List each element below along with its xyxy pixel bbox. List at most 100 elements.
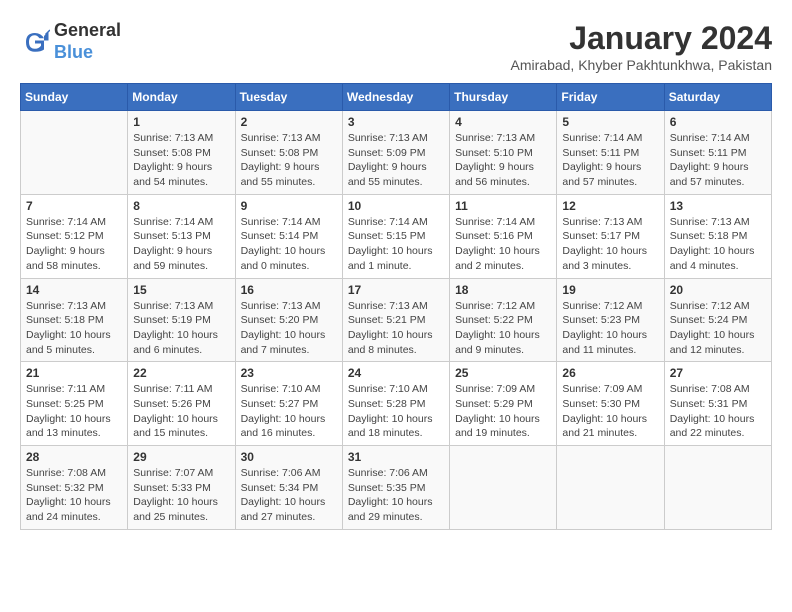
day-info: Sunrise: 7:09 AM Sunset: 5:29 PM Dayligh… [455,382,551,441]
week-row-5: 28Sunrise: 7:08 AM Sunset: 5:32 PM Dayli… [21,446,772,530]
day-number: 7 [26,199,122,213]
day-headers-row: SundayMondayTuesdayWednesdayThursdayFrid… [21,84,772,111]
day-cell: 26Sunrise: 7:09 AM Sunset: 5:30 PM Dayli… [557,362,664,446]
day-info: Sunrise: 7:13 AM Sunset: 5:10 PM Dayligh… [455,131,551,190]
day-header-friday: Friday [557,84,664,111]
day-cell [557,446,664,530]
week-row-4: 21 Sunrise: 7:11 AM Sunset: 5:25 PM Dayli… [21,362,772,446]
day-info: Sunrise: 7:09 AM Sunset: 5:30 PM Dayligh… [562,382,658,441]
day-number: 31 [348,450,444,464]
day-number: 1 [133,115,229,129]
day-number: 19 [562,283,658,297]
day-cell: 21 Sunrise: 7:11 AM Sunset: 5:25 PM Dayli… [21,362,128,446]
week-row-3: 14 Sunrise: 7:13 AM Sunset: 5:18 PM Dayli… [21,278,772,362]
day-number: 11 [455,199,551,213]
day-cell: 20 Sunrise: 7:12 AM Sunset: 5:24 PM Dayli… [664,278,771,362]
day-info: Sunrise: 7:14 AM Sunset: 5:12 PM Dayligh… [26,215,122,274]
day-info: Sunrise: 7:12 AM Sunset: 5:24 PM Dayligh… [670,299,766,358]
day-cell: 7 Sunrise: 7:14 AM Sunset: 5:12 PM Daylig… [21,194,128,278]
day-info: Sunrise: 7:13 AM Sunset: 5:20 PM Dayligh… [241,299,337,358]
day-cell: 4 Sunrise: 7:13 AM Sunset: 5:10 PM Daylig… [450,111,557,195]
day-cell: 10 Sunrise: 7:14 AM Sunset: 5:15 PM Dayli… [342,194,449,278]
day-cell: 14 Sunrise: 7:13 AM Sunset: 5:18 PM Dayli… [21,278,128,362]
day-info: Sunrise: 7:14 AM Sunset: 5:14 PM Dayligh… [241,215,337,274]
day-header-wednesday: Wednesday [342,84,449,111]
day-cell: 16Sunrise: 7:13 AM Sunset: 5:20 PM Dayli… [235,278,342,362]
day-cell: 12 Sunrise: 7:13 AM Sunset: 5:17 PM Dayli… [557,194,664,278]
day-info: Sunrise: 7:14 AM Sunset: 5:15 PM Dayligh… [348,215,444,274]
day-cell: 5Sunrise: 7:14 AM Sunset: 5:11 PM Daylig… [557,111,664,195]
day-info: Sunrise: 7:08 AM Sunset: 5:32 PM Dayligh… [26,466,122,525]
day-info: Sunrise: 7:13 AM Sunset: 5:17 PM Dayligh… [562,215,658,274]
day-number: 10 [348,199,444,213]
day-info: Sunrise: 7:11 AM Sunset: 5:25 PM Dayligh… [26,382,122,441]
day-header-thursday: Thursday [450,84,557,111]
day-number: 22 [133,366,229,380]
day-info: Sunrise: 7:08 AM Sunset: 5:31 PM Dayligh… [670,382,766,441]
day-number: 14 [26,283,122,297]
day-number: 18 [455,283,551,297]
day-cell: 18 Sunrise: 7:12 AM Sunset: 5:22 PM Dayli… [450,278,557,362]
day-number: 25 [455,366,551,380]
day-cell: 9 Sunrise: 7:14 AM Sunset: 5:14 PM Daylig… [235,194,342,278]
logo-line2: Blue [54,42,121,64]
day-cell: 30 Sunrise: 7:06 AM Sunset: 5:34 PM Dayli… [235,446,342,530]
day-cell: 13Sunrise: 7:13 AM Sunset: 5:18 PM Dayli… [664,194,771,278]
day-cell: 11 Sunrise: 7:14 AM Sunset: 5:16 PM Dayli… [450,194,557,278]
day-header-sunday: Sunday [21,84,128,111]
day-number: 4 [455,115,551,129]
day-info: Sunrise: 7:06 AM Sunset: 5:34 PM Dayligh… [241,466,337,525]
day-info: Sunrise: 7:13 AM Sunset: 5:08 PM Dayligh… [133,131,229,190]
day-info: Sunrise: 7:13 AM Sunset: 5:18 PM Dayligh… [26,299,122,358]
day-info: Sunrise: 7:13 AM Sunset: 5:19 PM Dayligh… [133,299,229,358]
week-row-2: 7 Sunrise: 7:14 AM Sunset: 5:12 PM Daylig… [21,194,772,278]
day-number: 21 [26,366,122,380]
page-title: January 2024 [511,20,772,57]
day-info: Sunrise: 7:12 AM Sunset: 5:23 PM Dayligh… [562,299,658,358]
day-info: Sunrise: 7:14 AM Sunset: 5:16 PM Dayligh… [455,215,551,274]
calendar-body: 1 Sunrise: 7:13 AM Sunset: 5:08 PM Daylig… [21,111,772,530]
day-cell: 2Sunrise: 7:13 AM Sunset: 5:08 PM Daylig… [235,111,342,195]
header: General Blue January 2024 Amirabad, Khyb… [20,20,772,73]
day-cell: 28Sunrise: 7:08 AM Sunset: 5:32 PM Dayli… [21,446,128,530]
day-cell [21,111,128,195]
day-number: 17 [348,283,444,297]
day-cell: 1 Sunrise: 7:13 AM Sunset: 5:08 PM Daylig… [128,111,235,195]
day-info: Sunrise: 7:12 AM Sunset: 5:22 PM Dayligh… [455,299,551,358]
day-number: 23 [241,366,337,380]
day-header-tuesday: Tuesday [235,84,342,111]
day-header-saturday: Saturday [664,84,771,111]
day-cell: 3Sunrise: 7:13 AM Sunset: 5:09 PM Daylig… [342,111,449,195]
day-cell: 31 Sunrise: 7:06 AM Sunset: 5:35 PM Dayli… [342,446,449,530]
day-info: Sunrise: 7:14 AM Sunset: 5:11 PM Dayligh… [670,131,766,190]
day-cell [450,446,557,530]
logo-line1: General [54,20,121,42]
day-info: Sunrise: 7:13 AM Sunset: 5:09 PM Dayligh… [348,131,444,190]
day-cell: 29Sunrise: 7:07 AM Sunset: 5:33 PM Dayli… [128,446,235,530]
day-cell: 15 Sunrise: 7:13 AM Sunset: 5:19 PM Dayli… [128,278,235,362]
logo: General Blue [20,20,121,63]
day-number: 8 [133,199,229,213]
day-info: Sunrise: 7:14 AM Sunset: 5:11 PM Dayligh… [562,131,658,190]
day-number: 15 [133,283,229,297]
day-info: Sunrise: 7:13 AM Sunset: 5:21 PM Dayligh… [348,299,444,358]
day-cell: 23Sunrise: 7:10 AM Sunset: 5:27 PM Dayli… [235,362,342,446]
day-info: Sunrise: 7:14 AM Sunset: 5:13 PM Dayligh… [133,215,229,274]
page-subtitle: Amirabad, Khyber Pakhtunkhwa, Pakistan [511,57,772,73]
day-info: Sunrise: 7:10 AM Sunset: 5:28 PM Dayligh… [348,382,444,441]
day-number: 6 [670,115,766,129]
day-number: 9 [241,199,337,213]
day-info: Sunrise: 7:06 AM Sunset: 5:35 PM Dayligh… [348,466,444,525]
day-number: 27 [670,366,766,380]
day-cell: 27 Sunrise: 7:08 AM Sunset: 5:31 PM Dayli… [664,362,771,446]
day-cell: 17 Sunrise: 7:13 AM Sunset: 5:21 PM Dayli… [342,278,449,362]
day-info: Sunrise: 7:07 AM Sunset: 5:33 PM Dayligh… [133,466,229,525]
day-cell [664,446,771,530]
day-number: 24 [348,366,444,380]
day-number: 12 [562,199,658,213]
day-number: 20 [670,283,766,297]
day-cell: 8 Sunrise: 7:14 AM Sunset: 5:13 PM Daylig… [128,194,235,278]
day-number: 30 [241,450,337,464]
day-number: 13 [670,199,766,213]
title-section: January 2024 Amirabad, Khyber Pakhtunkhw… [511,20,772,73]
